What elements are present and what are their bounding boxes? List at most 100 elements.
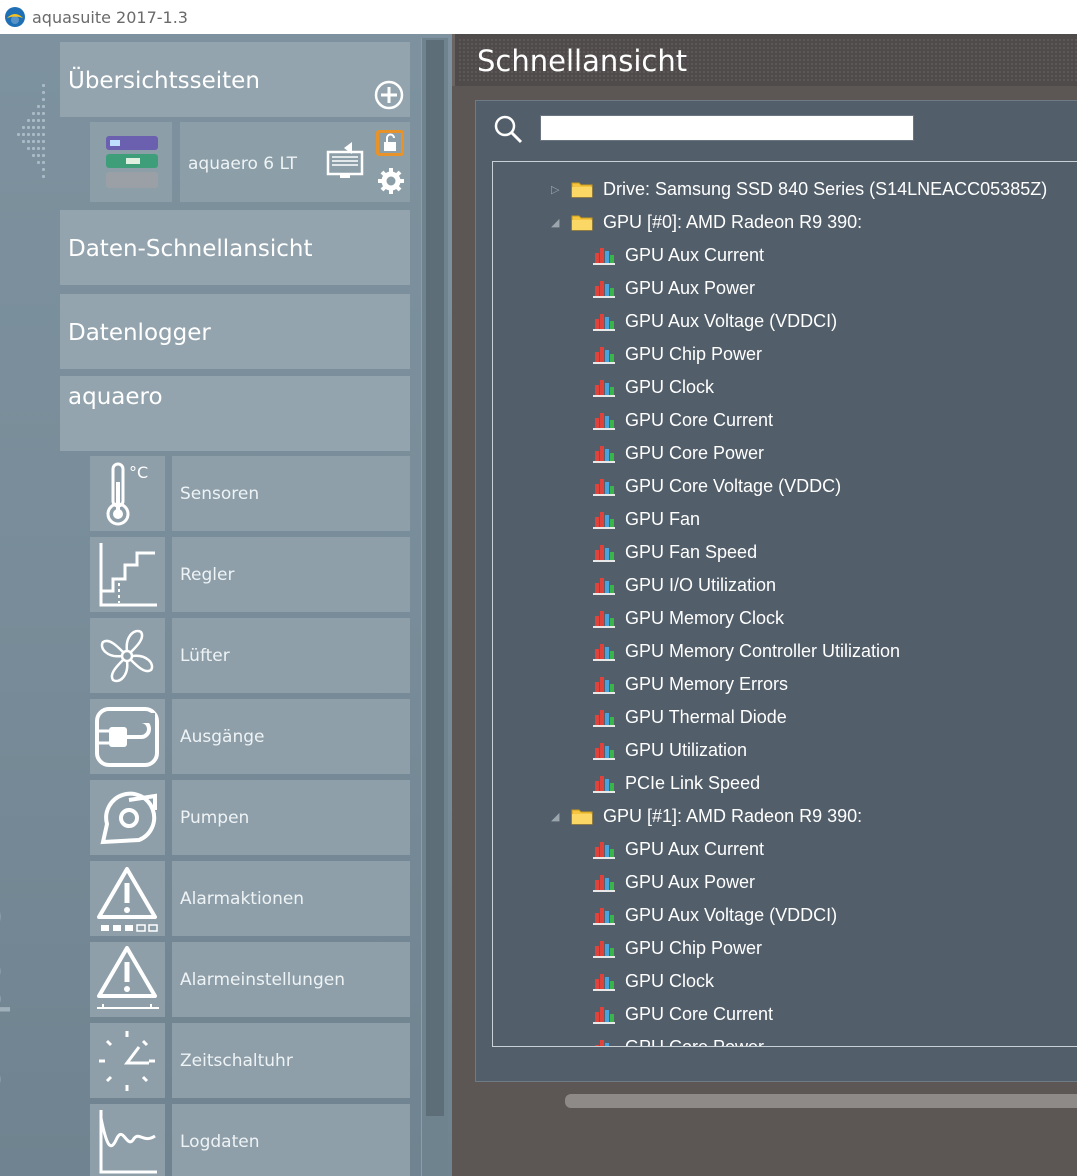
tree-node-gpu1[interactable]: ◢ GPU [#1]: AMD Radeon R9 390: <box>551 801 862 831</box>
device-name: aquaero 6 LT <box>188 154 298 174</box>
nav-item-pumpen[interactable]: Pumpen <box>90 780 410 855</box>
tree-sensor-item[interactable]: GPU Aux Voltage (VDDCI) <box>593 900 837 930</box>
sensor-bar-chart-icon <box>593 908 615 925</box>
tree-sensor-item[interactable]: GPU Clock <box>593 966 714 996</box>
sensor-label: GPU Aux Voltage (VDDCI) <box>625 310 838 331</box>
aquaero-label: aquaero <box>68 384 163 410</box>
quick-view-label: Daten-Schnellansicht <box>68 236 313 262</box>
nav-label: Lüfter <box>180 646 230 666</box>
sensor-bar-chart-icon <box>593 545 615 562</box>
tree-node-label: Drive: Samsung SSD 840 Series (S14LNEACC… <box>603 178 1048 199</box>
unlock-icon <box>384 133 396 151</box>
nav-label: Zeitschaltuhr <box>180 1051 293 1071</box>
add-page-icon[interactable] <box>374 80 404 110</box>
tree-sensor-item[interactable]: GPU Core Power <box>593 1032 765 1047</box>
nav-item-sensoren[interactable]: °C Sensoren <box>90 456 410 531</box>
window-title: aquasuite 2017-1.3 <box>32 7 188 27</box>
nav-item-alarmeinstellungen[interactable]: Alarmeinstellungen <box>90 942 410 1017</box>
sensor-bar-chart-icon <box>593 479 615 496</box>
expand-arrow-icon[interactable]: ▷ <box>551 183 563 196</box>
sensor-label: GPU Fan <box>625 508 701 529</box>
nav-item-alarmaktionen[interactable]: Alarmaktionen <box>90 861 410 936</box>
tree-sensor-item[interactable]: GPU Utilization <box>593 735 747 765</box>
tree-sensor-item[interactable]: PCIe Link Speed <box>593 768 760 798</box>
sensor-label: GPU Memory Controller Utilization <box>625 640 901 661</box>
aquaero-section[interactable]: aquaero <box>60 376 410 451</box>
tree-sensor-item[interactable]: GPU Aux Power <box>593 273 755 303</box>
sensor-label: GPU Core Current <box>625 409 774 430</box>
tree-sensor-item[interactable]: GPU Memory Clock <box>593 603 784 633</box>
tree-sensor-item[interactable]: GPU Core Current <box>593 999 773 1029</box>
clock-icon <box>99 1031 155 1091</box>
device-card[interactable]: aquaero 6 LT <box>180 122 410 202</box>
controller-icon <box>99 543 157 607</box>
nav-item-zeitschaltuhr[interactable]: Zeitschaltuhr <box>90 1023 410 1098</box>
tree-sensor-item[interactable]: GPU Clock <box>593 372 714 402</box>
nav-item-luefter[interactable]: Lüfter <box>90 618 410 693</box>
nav-item-ausgaenge[interactable]: Ausgänge <box>90 699 410 774</box>
nav-item-logdaten[interactable]: Logdaten <box>90 1104 410 1176</box>
sensor-bar-chart-icon <box>593 380 615 397</box>
alarm-actions-icon <box>97 867 158 932</box>
fan-icon <box>100 629 154 683</box>
tree-sensor-item[interactable]: GPU Aux Voltage (VDDCI) <box>593 306 837 336</box>
tree-node-gpu0[interactable]: ◢ GPU [#0]: AMD Radeon R9 390: <box>551 207 862 237</box>
tree-sensor-item[interactable]: GPU Aux Power <box>593 867 755 897</box>
horizontal-scrollbar[interactable] <box>565 1094 1077 1108</box>
nav-label: Alarmeinstellungen <box>180 970 345 990</box>
decorative-dots <box>12 84 48 184</box>
datalogger-section[interactable]: Datenlogger <box>60 294 410 369</box>
sensor-label: GPU Clock <box>625 970 715 991</box>
folder-icon <box>571 182 593 198</box>
tree-sensor-item[interactable]: GPU Chip Power <box>593 339 762 369</box>
sensor-label: GPU Fan Speed <box>625 541 758 562</box>
gear-icon[interactable] <box>376 166 406 196</box>
sidebar-scrollbar[interactable] <box>421 38 448 1176</box>
nav-label: Alarmaktionen <box>180 889 305 909</box>
tree-node-label: GPU [#0]: AMD Radeon R9 390: <box>603 211 863 232</box>
overview-pages-section[interactable]: Übersichtsseiten <box>60 42 410 117</box>
aquasuite-logo-icon <box>5 7 25 27</box>
tree-sensor-item[interactable]: GPU Core Current <box>593 405 773 435</box>
device-thumbnail[interactable] <box>90 122 172 202</box>
tree-sensor-item[interactable]: GPU Fan <box>593 504 700 534</box>
overview-pages-title: Übersichtsseiten <box>68 68 260 94</box>
sensor-tree[interactable]: ▷ Drive: Samsung SSD 840 Series (S14LNEA… <box>492 161 1077 1047</box>
page-title: Schnellansicht <box>477 44 688 78</box>
nav-label: Ausgänge <box>180 727 265 747</box>
tree-sensor-item[interactable]: GPU Core Voltage (VDDC) <box>593 471 841 501</box>
sensor-label: GPU Memory Errors <box>625 673 789 694</box>
main-area: Schnellansicht ▷ Drive: Samsung SSD 840 … <box>452 34 1077 1176</box>
tree-sensor-item[interactable]: GPU Memory Controller Utilization <box>593 636 900 666</box>
tree-sensor-item[interactable]: GPU Memory Errors <box>593 669 788 699</box>
sidebar-scrollbar-thumb[interactable] <box>426 40 444 1116</box>
collapse-arrow-icon[interactable]: ◢ <box>551 216 563 229</box>
search-input[interactable] <box>540 115 914 141</box>
sidebar: omputer Übersichtsseiten aquaero 6 LT Da… <box>0 34 452 1176</box>
nav-item-regler[interactable]: Regler <box>90 537 410 612</box>
sensor-bar-chart-icon <box>593 974 615 991</box>
tree-sensor-item[interactable]: GPU I/O Utilization <box>593 570 776 600</box>
sensor-bar-chart-icon <box>593 446 615 463</box>
nav-label: Regler <box>180 565 235 585</box>
nav-label: Pumpen <box>180 808 250 828</box>
sensor-label: GPU Thermal Diode <box>625 706 787 727</box>
sensor-bar-chart-icon <box>593 644 615 661</box>
tree-sensor-item[interactable]: GPU Aux Current <box>593 240 764 270</box>
folder-open-icon <box>571 809 593 825</box>
collapse-arrow-icon[interactable]: ◢ <box>551 810 563 823</box>
sensor-label: GPU Memory Clock <box>625 607 785 628</box>
thermometer-icon: °C <box>106 462 148 526</box>
lock-toggle-button[interactable] <box>376 130 404 156</box>
desktop-transfer-icon[interactable] <box>322 140 368 182</box>
tree-sensor-item[interactable]: GPU Aux Current <box>593 834 764 864</box>
sensor-label: GPU Core Power <box>625 1036 765 1047</box>
tree-sensor-item[interactable]: GPU Chip Power <box>593 933 762 963</box>
plug-icon <box>95 707 159 767</box>
quick-view-section[interactable]: Daten-Schnellansicht <box>60 210 410 285</box>
tree-sensor-item[interactable]: GPU Thermal Diode <box>593 702 787 732</box>
sensor-label: GPU Chip Power <box>625 343 763 364</box>
tree-sensor-item[interactable]: GPU Fan Speed <box>593 537 757 567</box>
tree-sensor-item[interactable]: GPU Core Power <box>593 438 764 468</box>
tree-node-drive[interactable]: ▷ Drive: Samsung SSD 840 Series (S14LNEA… <box>551 174 1047 204</box>
